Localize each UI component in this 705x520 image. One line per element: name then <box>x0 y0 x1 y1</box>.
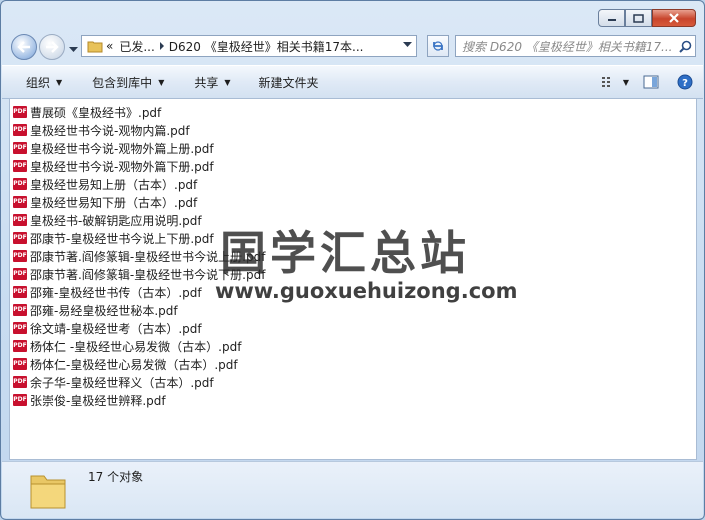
breadcrumb-parent[interactable]: 已发... <box>116 38 157 55</box>
new-folder-label: 新建文件夹 <box>258 75 319 90</box>
pdf-file-icon: PDF <box>13 142 27 154</box>
file-name: 杨体仁-皇极经世心易发微（古本）.pdf <box>30 357 238 372</box>
pdf-file-icon: PDF <box>13 358 27 370</box>
forward-arrow-icon <box>46 41 59 53</box>
file-item[interactable]: PDF 余子华-皇极经世释义（古本）.pdf <box>13 373 696 391</box>
back-button[interactable] <box>11 34 37 60</box>
command-toolbar: 组织 ▼ 包含到库中 ▼ 共享 ▼ 新建文件夹 ▼ ? <box>2 65 703 99</box>
file-name: 邵雍-皇极经世书传（古本）.pdf <box>30 285 202 300</box>
search-placeholder[interactable]: 搜索 D620 《皇极经世》相关书籍17... <box>456 38 675 55</box>
include-library-label: 包含到库中 <box>92 75 153 90</box>
maximize-icon <box>633 13 644 23</box>
preview-pane-button[interactable] <box>643 75 659 89</box>
file-name: 徐文靖-皇极经世考（古本）.pdf <box>30 321 202 336</box>
pdf-file-icon: PDF <box>13 340 27 352</box>
share-label: 共享 <box>194 75 219 90</box>
close-button[interactable] <box>652 9 696 27</box>
file-name: 曹展硕《皇极经书》.pdf <box>30 105 162 120</box>
breadcrumb-current[interactable]: D620 《皇极经世》相关书籍17本... <box>166 38 367 55</box>
file-item[interactable]: PDF 杨体仁-皇极经世心易发微（古本）.pdf <box>13 355 696 373</box>
maximize-button[interactable] <box>625 9 652 27</box>
file-item[interactable]: PDF 皇极经世书今说-观物外篇上册.pdf <box>13 139 696 157</box>
file-item[interactable]: PDF 张崇俊-皇极经世辨释.pdf <box>13 391 696 409</box>
file-name: 皇极经世易知下册（古本）.pdf <box>30 195 198 210</box>
refresh-button[interactable] <box>427 35 449 57</box>
file-name: 皇极经世书今说-观物内篇.pdf <box>30 123 190 138</box>
svg-text:?: ? <box>682 78 688 89</box>
back-arrow-icon <box>17 41 30 53</box>
preview-pane-icon <box>643 75 659 89</box>
file-name: 皇极经世书今说-观物外篇上册.pdf <box>30 141 214 156</box>
file-name: 余子华-皇极经世释义（古本）.pdf <box>30 375 214 390</box>
breadcrumb-separator-icon[interactable] <box>158 42 166 50</box>
view-list-icon <box>601 77 610 87</box>
new-folder-button[interactable]: 新建文件夹 <box>243 66 331 98</box>
close-icon <box>669 13 679 23</box>
file-name: 皇极经书-破解钥匙应用说明.pdf <box>30 213 202 228</box>
file-name: 皇极经世书今说-观物外篇下册.pdf <box>30 159 214 174</box>
view-controls: ▼ ? <box>601 66 693 98</box>
pdf-file-icon: PDF <box>13 232 27 244</box>
file-item[interactable]: PDF 皇极经世易知下册（古本）.pdf <box>13 193 696 211</box>
refresh-icon <box>433 41 443 51</box>
file-item[interactable]: PDF 徐文靖-皇极经世考（古本）.pdf <box>13 319 696 337</box>
recent-pages-dropdown[interactable] <box>69 42 78 56</box>
pdf-file-icon: PDF <box>13 196 27 208</box>
pdf-file-icon: PDF <box>13 214 27 226</box>
folder-icon <box>87 41 103 53</box>
file-name: 皇极经世易知上册（古本）.pdf <box>30 177 198 192</box>
minimize-icon <box>607 19 616 21</box>
pdf-file-icon: PDF <box>13 124 27 136</box>
view-options-button[interactable]: ▼ <box>601 76 629 88</box>
pdf-file-icon: PDF <box>13 376 27 388</box>
item-count: 17 个对象 <box>88 470 144 484</box>
file-name: 邵雍-易经皇极经世秘本.pdf <box>30 303 178 318</box>
navigation-bar: « 已发... D620 《皇极经世》相关书籍17本... 搜索 D620 《皇… <box>9 34 696 60</box>
organize-label: 组织 <box>26 75 51 90</box>
pdf-file-icon: PDF <box>13 160 27 172</box>
address-dropdown-icon[interactable] <box>403 42 412 48</box>
pdf-file-icon: PDF <box>13 250 27 262</box>
forward-button[interactable] <box>39 34 65 60</box>
pdf-file-icon: PDF <box>13 286 27 298</box>
pdf-file-icon: PDF <box>13 106 27 118</box>
chevron-down-icon: ▼ <box>56 77 63 87</box>
chevron-down-icon: ▼ <box>622 77 629 87</box>
file-name: 邵康节-皇极经世书今说上下册.pdf <box>30 231 214 246</box>
pdf-file-icon: PDF <box>13 322 27 334</box>
pdf-file-icon: PDF <box>13 304 27 316</box>
chevron-down-icon: ▼ <box>158 77 165 87</box>
file-item[interactable]: PDF 皇极经世书今说-观物内篇.pdf <box>13 121 696 139</box>
file-item[interactable]: PDF 皇极经世易知上册（古本）.pdf <box>13 175 696 193</box>
share-menu[interactable]: 共享 ▼ <box>176 66 242 98</box>
watermark-title: 国学汇总站 <box>220 226 470 280</box>
search-box[interactable]: 搜索 D620 《皇极经世》相关书籍17... <box>455 35 696 57</box>
minimize-button[interactable] <box>598 9 625 27</box>
organize-menu[interactable]: 组织 ▼ <box>2 66 74 98</box>
watermark-url: www.guoxuehuizong.com <box>215 279 518 303</box>
help-icon: ? <box>677 74 693 90</box>
address-bar[interactable]: « 已发... D620 《皇极经世》相关书籍17本... <box>81 35 417 57</box>
file-item[interactable]: PDF 杨体仁 -皇极经世心易发微（古本）.pdf <box>13 337 696 355</box>
file-item[interactable]: PDF 皇极经世书今说-观物外篇下册.pdf <box>13 157 696 175</box>
search-icon[interactable] <box>675 40 695 53</box>
address-recent-marker[interactable]: « <box>103 39 116 53</box>
file-name: 杨体仁 -皇极经世心易发微（古本）.pdf <box>30 339 242 354</box>
chevron-down-icon <box>69 47 78 52</box>
file-item[interactable]: PDF 曹展硕《皇极经书》.pdf <box>13 103 696 121</box>
file-item[interactable]: PDF 邵雍-易经皇极经世秘本.pdf <box>13 301 696 319</box>
file-list-pane[interactable]: PDF 曹展硕《皇极经书》.pdf PDF 皇极经世书今说-观物内篇.pdf PDF 皇极… <box>9 98 697 460</box>
chevron-down-icon: ▼ <box>224 77 231 87</box>
help-button[interactable]: ? <box>677 74 693 90</box>
details-pane: 17 个对象 <box>2 461 703 518</box>
include-in-library-menu[interactable]: 包含到库中 ▼ <box>74 66 176 98</box>
explorer-window: « 已发... D620 《皇极经世》相关书籍17本... 搜索 D620 《皇… <box>0 0 705 520</box>
file-name: 张崇俊-皇极经世辨释.pdf <box>30 393 166 408</box>
pdf-file-icon: PDF <box>13 394 27 406</box>
pdf-file-icon: PDF <box>13 268 27 280</box>
caption-buttons <box>598 9 696 27</box>
folder-icon <box>28 468 68 515</box>
pdf-file-icon: PDF <box>13 178 27 190</box>
